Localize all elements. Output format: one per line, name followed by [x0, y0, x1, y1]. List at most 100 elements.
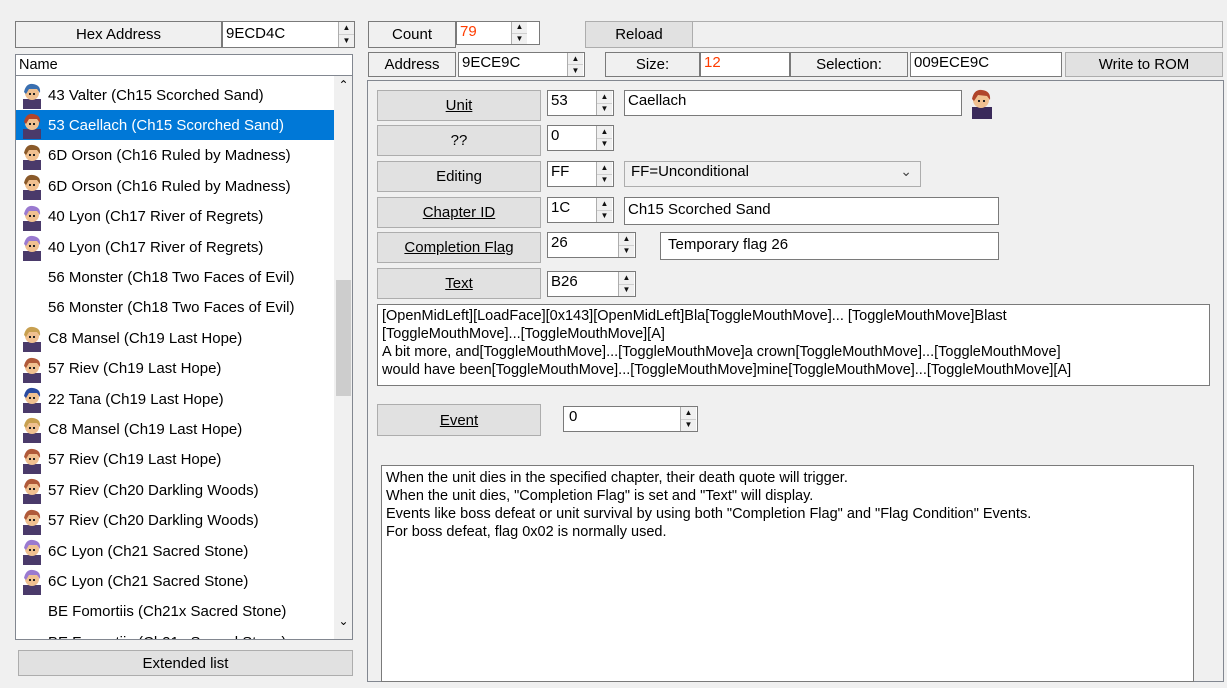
- completion-flag-button[interactable]: Completion Flag: [377, 232, 541, 263]
- list-item[interactable]: 53 Caellach (Ch15 Scorched Sand): [16, 110, 334, 141]
- down-arrow-icon[interactable]: ▼: [597, 211, 612, 223]
- list-item[interactable]: 43 Valter (Ch15 Scorched Sand): [16, 80, 334, 110]
- up-arrow-icon[interactable]: ▲: [568, 53, 583, 65]
- list-item[interactable]: C8 Mansel (Ch19 Last Hope): [16, 323, 334, 353]
- up-arrow-icon[interactable]: ▲: [597, 126, 612, 139]
- scroll-up-icon[interactable]: ⌃: [334, 78, 352, 96]
- up-arrow-icon[interactable]: ▲: [619, 233, 634, 246]
- list-item[interactable]: 57 Riev (Ch19 Last Hope): [16, 445, 334, 475]
- caellach-portrait-icon: [964, 87, 998, 119]
- name-column-header[interactable]: Name: [15, 54, 353, 76]
- list-item[interactable]: 6D Orson (Ch16 Ruled by Madness): [16, 171, 334, 201]
- unknown-field-stepper[interactable]: ▲ ▼: [596, 126, 612, 150]
- count-input[interactable]: 79: [456, 21, 540, 45]
- down-arrow-icon[interactable]: ▼: [339, 35, 354, 47]
- list-item[interactable]: 22 Tana (Ch19 Last Hope): [16, 384, 334, 414]
- chapter-name-value: Ch15 Scorched Sand: [628, 201, 771, 218]
- tana-portrait-icon: [18, 385, 46, 413]
- up-arrow-icon[interactable]: ▲: [619, 272, 634, 285]
- up-arrow-icon[interactable]: ▲: [597, 162, 612, 175]
- unit-name-value: Caellach: [628, 92, 687, 109]
- mansel-portrait-icon: [18, 415, 46, 444]
- riev-portrait-icon: [18, 446, 46, 474]
- up-arrow-icon[interactable]: ▲: [681, 407, 696, 420]
- up-arrow-icon[interactable]: ▲: [597, 198, 612, 211]
- list-scrollbar[interactable]: ⌃ ⌄: [334, 76, 352, 639]
- dialogue-text-box[interactable]: [OpenMidLeft][LoadFace][0x143][OpenMidLe…: [377, 304, 1210, 386]
- down-arrow-icon[interactable]: ▼: [681, 420, 696, 432]
- size-input[interactable]: 12: [700, 52, 790, 77]
- unit-id-stepper[interactable]: ▲ ▼: [596, 91, 612, 115]
- hex-address-stepper[interactable]: ▲ ▼: [338, 22, 354, 47]
- unit-button[interactable]: Unit: [377, 90, 541, 121]
- scroll-down-icon[interactable]: ⌄: [334, 614, 352, 632]
- riev-portrait-icon: [18, 476, 46, 505]
- list-item-label: 57 Riev (Ch19 Last Hope): [48, 451, 222, 469]
- event-input[interactable]: 0: [563, 406, 698, 432]
- scroll-thumb[interactable]: [336, 280, 351, 396]
- list-item[interactable]: C8 Mansel (Ch19 Last Hope): [16, 414, 334, 444]
- address-value: 9ECE9C: [462, 54, 521, 71]
- list-item-label: 6D Orson (Ch16 Ruled by Madness): [48, 147, 291, 165]
- unknown-field-button[interactable]: ??: [377, 125, 541, 156]
- lyon-portrait-icon: [18, 203, 46, 231]
- editing-dropdown[interactable]: FF=Unconditional ⌄: [624, 161, 921, 187]
- address-input[interactable]: 9ECE9C: [458, 52, 585, 77]
- top-divider: [693, 21, 1223, 48]
- down-arrow-icon[interactable]: ▼: [597, 104, 612, 116]
- hex-address-input[interactable]: 9ECD4C: [222, 21, 355, 48]
- lyon-portrait-icon: [18, 233, 46, 261]
- hex-address-label: Hex Address: [15, 21, 222, 48]
- event-stepper[interactable]: ▲ ▼: [680, 407, 696, 431]
- list-item[interactable]: 6C Lyon (Ch21 Sacred Stone): [16, 536, 334, 566]
- down-arrow-icon[interactable]: ▼: [568, 65, 583, 76]
- list-item[interactable]: 57 Riev (Ch19 Last Hope): [16, 354, 334, 384]
- up-arrow-icon[interactable]: ▲: [597, 91, 612, 104]
- chapter-id-button[interactable]: Chapter ID: [377, 197, 541, 228]
- unknown-field-value: 0: [551, 127, 560, 144]
- list-item[interactable]: 56 Monster (Ch18 Two Faces of Evil): [16, 262, 334, 292]
- list-item-label: 6D Orson (Ch16 Ruled by Madness): [48, 177, 291, 195]
- text-id-stepper[interactable]: ▲ ▼: [618, 272, 634, 296]
- text-button[interactable]: Text: [377, 268, 541, 299]
- completion-flag-stepper[interactable]: ▲ ▼: [618, 233, 634, 257]
- down-arrow-icon[interactable]: ▼: [619, 246, 634, 258]
- editing-stepper[interactable]: ▲ ▼: [596, 162, 612, 186]
- dialogue-line: [ToggleMouthMove]...[ToggleMouthMove][A]: [382, 326, 665, 342]
- up-arrow-icon[interactable]: ▲: [512, 22, 527, 34]
- chapter-id-stepper[interactable]: ▲ ▼: [596, 198, 612, 222]
- list-item[interactable]: 57 Riev (Ch20 Darkling Woods): [16, 506, 334, 536]
- editing-button[interactable]: Editing: [377, 161, 541, 192]
- unit-list[interactable]: 43 Valter (Ch15 Scorched Sand) 53 Caellac…: [15, 76, 353, 640]
- count-stepper[interactable]: ▲ ▼: [511, 22, 527, 44]
- down-arrow-icon[interactable]: ▼: [597, 175, 612, 187]
- list-item[interactable]: BE Fomortiis (Ch21x Sacred Stone): [16, 627, 334, 639]
- list-item-label: 57 Riev (Ch20 Darkling Woods): [48, 512, 259, 530]
- address-stepper[interactable]: ▲ ▼: [567, 53, 583, 76]
- completion-flag-name-field: Temporary flag 26: [660, 232, 999, 260]
- list-item[interactable]: 6C Lyon (Ch21 Sacred Stone): [16, 566, 334, 596]
- down-arrow-icon[interactable]: ▼: [619, 285, 634, 297]
- list-item-label: 53 Caellach (Ch15 Scorched Sand): [48, 116, 284, 134]
- list-item[interactable]: 6D Orson (Ch16 Ruled by Madness): [16, 141, 334, 171]
- size-label: Size:: [605, 52, 700, 77]
- lyon-portrait-icon: [18, 567, 46, 596]
- chapter-id-value: 1C: [551, 199, 571, 216]
- list-item[interactable]: BE Fomortiis (Ch21x Sacred Stone): [16, 597, 334, 627]
- list-item-label: 6C Lyon (Ch21 Sacred Stone): [48, 542, 249, 560]
- extended-list-button[interactable]: Extended list: [18, 650, 353, 676]
- list-item[interactable]: 40 Lyon (Ch17 River of Regrets): [16, 202, 334, 232]
- completion-flag-name-value: Temporary flag 26: [668, 236, 789, 253]
- list-item[interactable]: 56 Monster (Ch18 Two Faces of Evil): [16, 293, 334, 323]
- list-item[interactable]: 57 Riev (Ch20 Darkling Woods): [16, 475, 334, 505]
- write-to-rom-button[interactable]: Write to ROM: [1065, 52, 1223, 77]
- down-arrow-icon[interactable]: ▼: [512, 34, 527, 45]
- down-arrow-icon[interactable]: ▼: [597, 139, 612, 151]
- selection-input[interactable]: 009ECE9C: [910, 52, 1062, 77]
- orson-portrait-icon: [18, 142, 46, 170]
- list-item[interactable]: 40 Lyon (Ch17 River of Regrets): [16, 232, 334, 262]
- up-arrow-icon[interactable]: ▲: [339, 22, 354, 35]
- chevron-down-icon[interactable]: ⌄: [900, 163, 912, 180]
- event-button[interactable]: Event: [377, 404, 541, 436]
- reload-button[interactable]: Reload: [585, 21, 693, 48]
